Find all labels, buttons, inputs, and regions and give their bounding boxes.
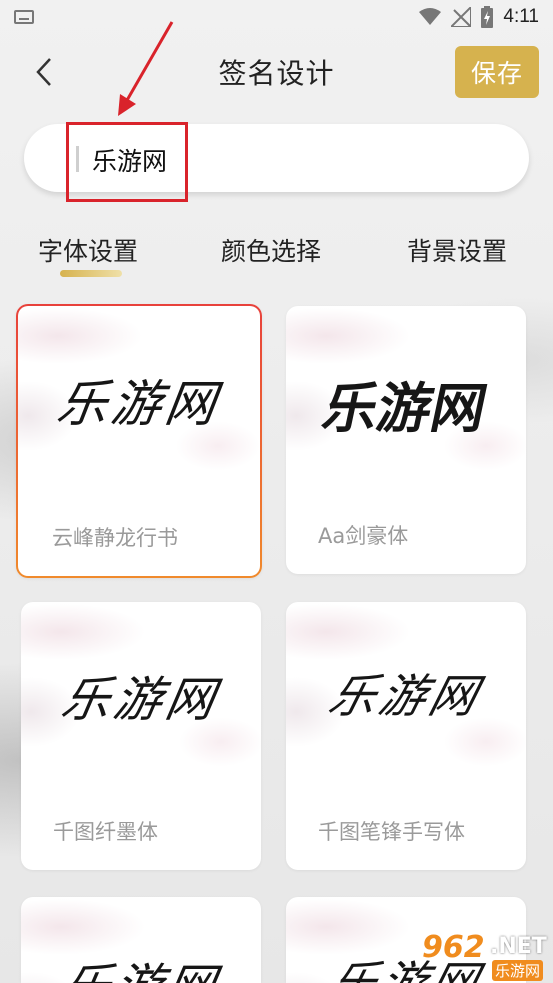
annotation-arrow (118, 21, 174, 116)
no-signal-icon (451, 7, 472, 27)
font-preview: 乐游网 (21, 947, 261, 983)
font-name: Aa剑豪体 (318, 524, 409, 548)
settings-tabs: 字体设置 颜色选择 背景设置 (0, 230, 553, 280)
watermark-sub: 乐游网 (492, 960, 544, 981)
font-card[interactable]: 乐游网 千图笔锋手写体 (286, 602, 526, 870)
tab-background-settings[interactable]: 背景设置 (407, 232, 507, 268)
font-card[interactable]: 乐游网 Aa剑豪体 (286, 306, 526, 574)
watermark-number: 962 (422, 930, 485, 965)
keyboard-icon (14, 10, 34, 24)
status-icons: 4:11 (419, 6, 539, 28)
font-preview: 乐游网 (323, 669, 487, 723)
font-card[interactable]: 乐游网 千图纤墨体 (21, 602, 261, 870)
font-card[interactable]: 乐游网 (21, 897, 261, 983)
font-preview: 乐游网 (57, 672, 224, 728)
tab-font-settings[interactable]: 字体设置 (38, 232, 138, 268)
font-preview: 乐游网 (53, 375, 224, 433)
status-bar: 4:11 (0, 0, 553, 36)
battery-charging-icon (481, 6, 494, 28)
font-name: 千图纤墨体 (53, 820, 158, 844)
wifi-icon (419, 8, 442, 25)
active-tab-indicator (60, 270, 122, 277)
font-card[interactable]: 乐游网 云峰静龙行书 (16, 304, 262, 578)
site-watermark: 962 .NET 乐游网 (422, 930, 547, 981)
annotation-highlight-box (66, 122, 188, 202)
watermark-suffix: .NET (490, 934, 547, 959)
save-button[interactable]: 保存 (455, 46, 539, 98)
status-time: 4:11 (503, 6, 539, 27)
font-name: 千图笔锋手写体 (318, 820, 465, 844)
tab-color-selection[interactable]: 颜色选择 (221, 232, 321, 268)
font-preview: 乐游网 (317, 377, 493, 440)
font-name: 云峰静龙行书 (52, 526, 178, 550)
